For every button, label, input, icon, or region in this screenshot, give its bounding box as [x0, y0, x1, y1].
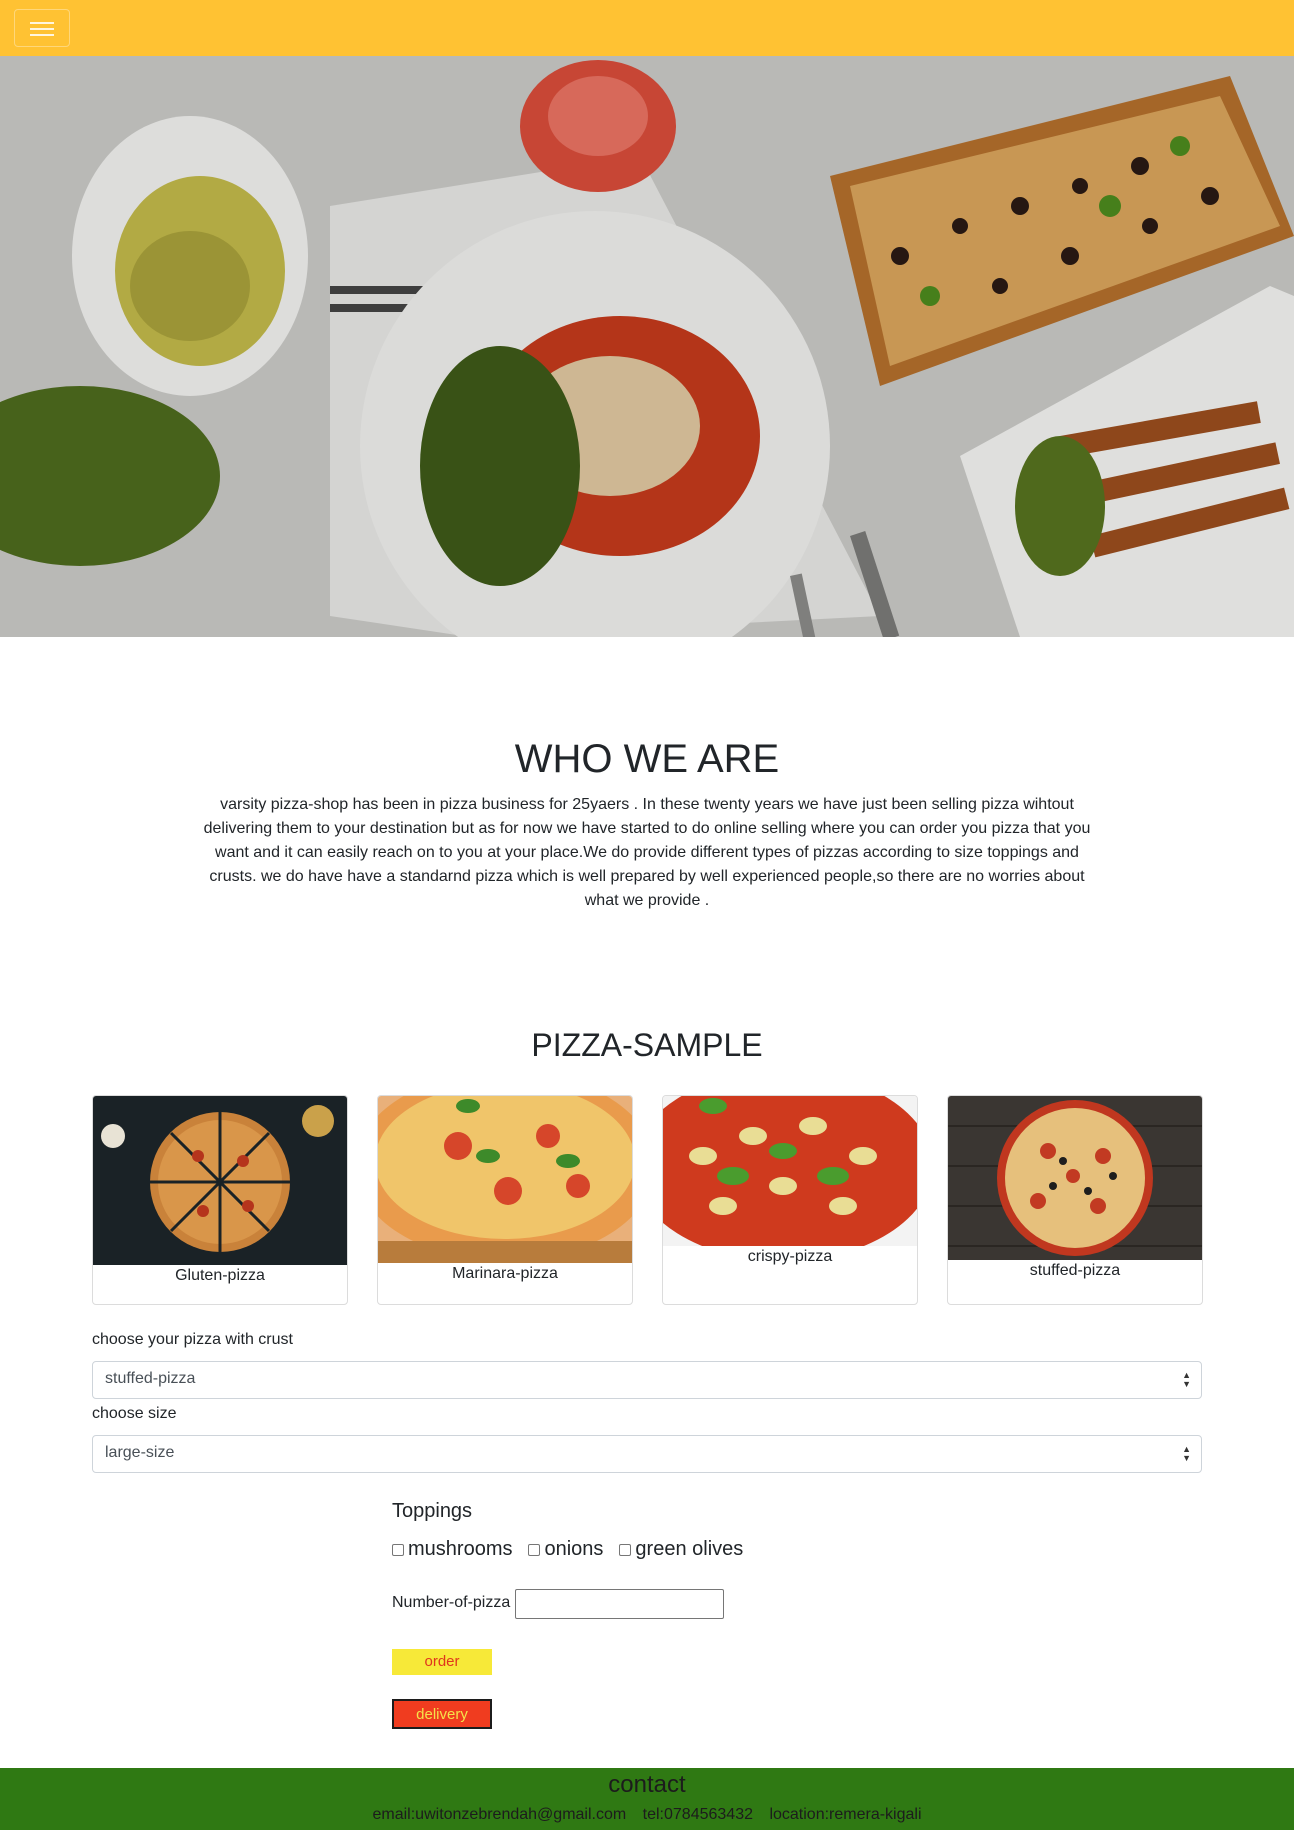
navbar [0, 0, 1294, 56]
size-label: choose size [92, 1405, 177, 1422]
pizza-card-crispy[interactable]: crispy-pizza [662, 1095, 918, 1305]
hero-image [0, 56, 1294, 637]
toppings-title: Toppings [392, 1500, 473, 1522]
hamburger-icon-line [30, 28, 54, 30]
number-of-pizza-input[interactable] [515, 1589, 724, 1619]
marinara-pizza-image [378, 1096, 632, 1263]
food-table-photo [0, 56, 1294, 637]
crispy-pizza-image [663, 1096, 917, 1246]
gluten-pizza-image [93, 1096, 347, 1265]
order-button[interactable]: order [392, 1649, 492, 1675]
contact-info: email:uwitonzebrendah@gmail.com tel:0784… [0, 1806, 1294, 1824]
size-select[interactable]: large-size ▲ ▼ [92, 1435, 1202, 1473]
pizza-card-gluten[interactable]: Gluten-pizza [92, 1095, 348, 1305]
sample-title: PIZZA-SAMPLE [531, 1027, 763, 1063]
pizza-card-label: Gluten-pizza [175, 1267, 265, 1284]
pizza-card-marinara[interactable]: Marinara-pizza [377, 1095, 633, 1305]
pizza-card-stuffed[interactable]: stuffed-pizza [947, 1095, 1203, 1305]
crust-select[interactable]: stuffed-pizza ▲ ▼ [92, 1361, 1202, 1399]
pizza-card-label: Marinara-pizza [452, 1265, 558, 1282]
select-arrows-icon: ▲ ▼ [1182, 1370, 1191, 1389]
topping-label: onions [544, 1538, 604, 1560]
crust-select-value: stuffed-pizza [105, 1370, 196, 1387]
mushrooms-checkbox[interactable] [392, 1543, 404, 1556]
navbar-toggle-button[interactable] [14, 9, 70, 47]
topping-label: green olives [635, 1538, 744, 1560]
hamburger-icon-line [30, 34, 54, 36]
contact-title: contact [608, 1771, 686, 1798]
crust-label: choose your pizza with crust [92, 1331, 293, 1348]
about-text: varsity pizza-shop has been in pizza bus… [203, 796, 1091, 909]
topping-label: mushrooms [408, 1538, 513, 1560]
onions-checkbox[interactable] [528, 1543, 541, 1556]
contact-location: location:remera-kigali [769, 1806, 922, 1823]
toppings-group: mushrooms onions green olives [392, 1538, 759, 1561]
footer: contact email:uwitonzebrendah@gmail.com … [0, 1768, 1294, 1830]
about-title: WHO WE ARE [514, 737, 780, 781]
green-olives-checkbox[interactable] [619, 1543, 632, 1556]
pizza-card-label: stuffed-pizza [1029, 1262, 1121, 1279]
contact-tel: tel:0784563432 [642, 1806, 753, 1823]
size-select-value: large-size [105, 1444, 175, 1461]
hamburger-icon-line [30, 22, 54, 24]
contact-email: email:uwitonzebrendah@gmail.com [372, 1806, 627, 1823]
number-of-pizza-label: Number-of-pizza [392, 1594, 511, 1611]
select-arrows-icon: ▲ ▼ [1182, 1444, 1191, 1463]
delivery-button[interactable]: delivery [392, 1699, 492, 1729]
stuffed-pizza-image [948, 1096, 1202, 1260]
pizza-card-label: crispy-pizza [747, 1248, 833, 1265]
